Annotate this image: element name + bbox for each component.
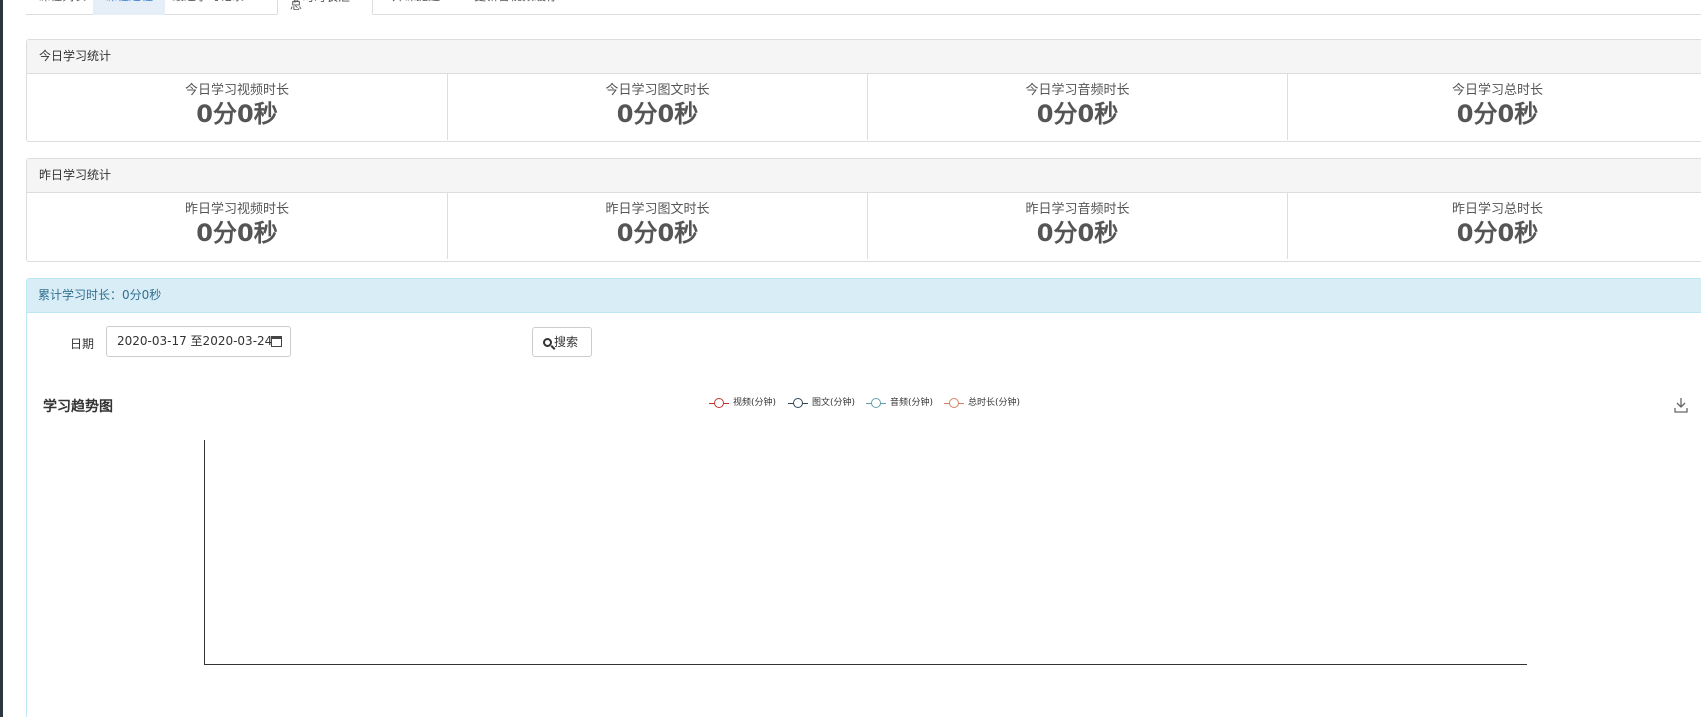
chart-plot-area [204,440,1527,665]
